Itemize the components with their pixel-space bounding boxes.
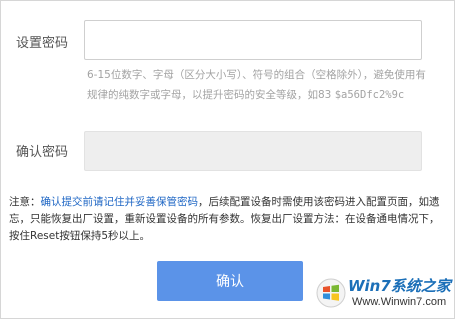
password-hint-example: $a56Dfc2%9c [334, 89, 405, 101]
notice-prefix: 注意： [9, 196, 41, 208]
confirm-password-input[interactable] [84, 131, 422, 171]
notice-highlight: 确认提交前请记住并妥善保管密码 [40, 196, 199, 208]
confirm-password-label: 确认密码 [16, 145, 69, 160]
notice-text: 注意：确认提交前请记住并妥善保管密码，后续配置设备时需使用该密码进入配置页面，如… [9, 194, 445, 245]
watermark-title: Win7系统之家 [348, 277, 451, 295]
password-input[interactable] [84, 20, 422, 60]
password-label: 设置密码 [16, 36, 69, 51]
watermark: Win7系统之家 Www.Winwin7.com [316, 274, 451, 314]
password-setup-panel: 设置密码 6-15位数字、字母（区分大小写）、符号的组合（空格除外），避免使用有… [0, 0, 455, 319]
watermark-url: Www.Winwin7.com [352, 296, 447, 308]
password-hint: 6-15位数字、字母（区分大小写）、符号的组合（空格除外），避免使用有规律的纯数… [87, 65, 427, 105]
confirm-button[interactable]: 确认 [157, 261, 303, 301]
windows-logo-icon [316, 278, 346, 308]
